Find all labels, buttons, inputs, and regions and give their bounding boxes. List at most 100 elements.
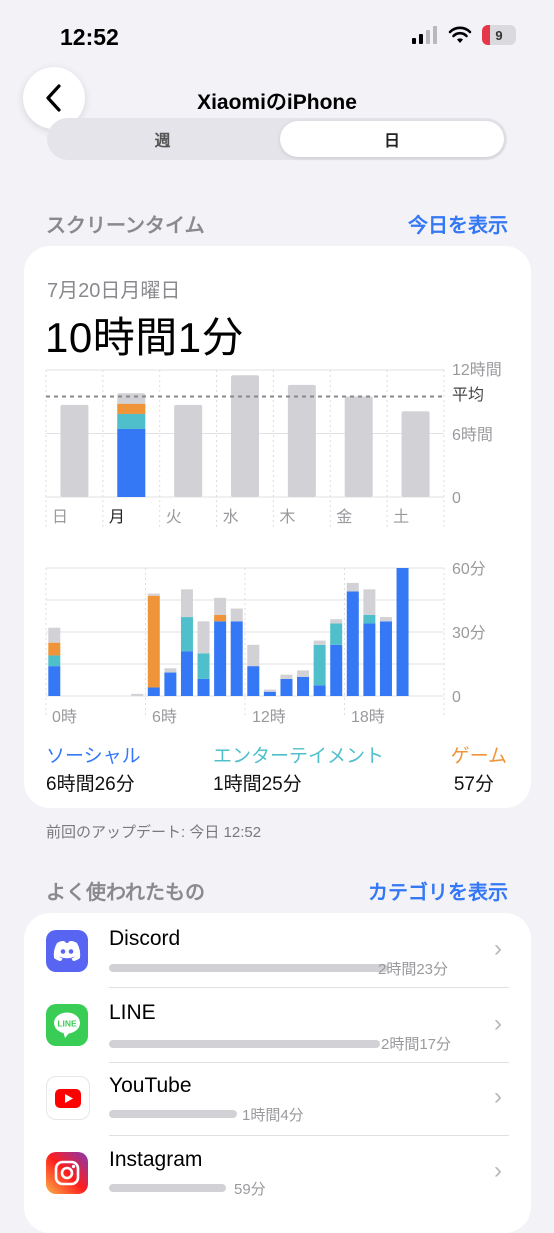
- weekly-day-label: 火: [166, 509, 182, 526]
- weekly-bar-segment: [117, 403, 146, 414]
- hourly-bar-segment: [396, 568, 409, 696]
- app-row-line[interactable]: LINE LINE 2時間17分 ›: [24, 988, 531, 1062]
- hourly-bar-segment: [330, 623, 343, 645]
- hourly-bar-segment: [330, 644, 343, 696]
- signal-icon: [412, 26, 437, 44]
- hourly-bar-segment: [214, 597, 227, 615]
- hourly-ylabel-30: 30分: [452, 624, 486, 642]
- hourly-ylabel-0: 0: [452, 689, 461, 706]
- category-games-value: 57分: [453, 774, 494, 795]
- hourly-bar-segment: [164, 672, 177, 696]
- app-time-line: 2時間17分: [381, 1036, 452, 1053]
- battery-indicator: 9: [482, 25, 516, 45]
- hourly-bar-segment: [313, 640, 326, 645]
- weekly-day-label: 金: [336, 508, 352, 526]
- app-row-discord[interactable]: Discord 2時間23分 ›: [24, 913, 531, 987]
- hourly-bar-segment: [346, 591, 359, 696]
- line-icon: LINE: [46, 1004, 88, 1046]
- hourly-bar-segment: [230, 608, 243, 622]
- weekly-bar-segment: [117, 413, 146, 429]
- hourly-bar-segment: [197, 678, 210, 696]
- hourly-bar-segment: [247, 666, 260, 696]
- category-games-name: ゲーム: [450, 746, 507, 767]
- weekly-bar-segment: [117, 428, 146, 497]
- weekly-day-label: 日: [52, 509, 68, 526]
- weekly-ylabel-0: 0: [452, 490, 461, 507]
- chevron-right-icon: ›: [494, 1010, 502, 1037]
- weekly-day-label: 水: [223, 508, 239, 526]
- category-social-name: ソーシャル: [46, 746, 141, 767]
- status-time: 12:52: [60, 24, 119, 50]
- weekly-ylabel-average: 平均: [452, 386, 484, 404]
- battery-level: 9: [495, 27, 503, 43]
- hourly-bar-segment: [280, 674, 293, 679]
- hourly-bar-segment: [180, 617, 193, 652]
- hourly-bar-segment: [330, 619, 343, 624]
- usage-bar-discord: [109, 964, 388, 972]
- most-used-header: よく使われたもの: [46, 882, 205, 904]
- instagram-icon: [46, 1152, 88, 1194]
- weekly-day-label: 木: [279, 508, 295, 526]
- hourly-bar-segment: [379, 617, 392, 622]
- hourly-bar-segment: [48, 666, 61, 696]
- chevron-right-icon: ›: [494, 1157, 502, 1184]
- hourly-bar-segment: [147, 595, 160, 688]
- youtube-icon: [46, 1076, 90, 1120]
- hourly-bar-segment: [214, 621, 227, 696]
- usage-bar-instagram: [109, 1184, 226, 1192]
- hourly-bar-segment: [230, 621, 243, 696]
- hourly-bar-segment: [379, 621, 392, 696]
- hourly-bar-segment: [147, 593, 160, 596]
- hourly-xlabel-6: 6時: [152, 708, 177, 726]
- hourly-ylabel-60: 60分: [452, 560, 486, 578]
- weekly-bar: [231, 375, 259, 497]
- weekly-bar: [401, 411, 430, 497]
- weekly-bar: [60, 404, 89, 497]
- hourly-bar-segment: [197, 621, 210, 654]
- app-name-discord: Discord: [109, 927, 181, 950]
- show-categories-link[interactable]: カテゴリを表示: [368, 876, 508, 905]
- hourly-bar-segment: [297, 676, 310, 696]
- hourly-bar-segment: [147, 687, 160, 696]
- most-used-card: Discord 2時間23分 › LINE LINE 2時間17分 › YouT…: [24, 913, 531, 1233]
- weekly-day-label: 月: [109, 509, 125, 526]
- app-row-youtube[interactable]: YouTube 1時間4分 ›: [24, 1063, 531, 1137]
- date-label: 7月20日月曜日: [47, 280, 181, 302]
- hourly-bar-segment: [131, 693, 144, 696]
- page-title: XiaomiのiPhone: [197, 91, 357, 114]
- chevron-right-icon: ›: [494, 935, 502, 962]
- hourly-bar-segment: [180, 589, 193, 618]
- hourly-bar-segment: [363, 589, 376, 615]
- weekly-bar: [174, 404, 203, 497]
- segment-week[interactable]: 週: [50, 121, 275, 157]
- hourly-bar-segment: [247, 644, 260, 667]
- hourly-bar-segment: [48, 655, 61, 667]
- hourly-bar-segment: [313, 685, 326, 696]
- usage-bar-youtube: [109, 1110, 237, 1118]
- svg-text:LINE: LINE: [57, 1019, 77, 1029]
- weekly-ylabel-12h: 12時間: [452, 361, 502, 379]
- chevron-right-icon: ›: [494, 1083, 502, 1110]
- usage-bar-line: [109, 1040, 380, 1048]
- period-segmented-control: 週 日: [47, 118, 507, 160]
- hourly-xlabel-0: 0時: [52, 708, 77, 726]
- hourly-bar-segment: [164, 668, 177, 673]
- category-social-value: 6時間26分: [46, 774, 135, 795]
- app-name-instagram: Instagram: [109, 1148, 203, 1171]
- hourly-bar-segment: [180, 651, 193, 696]
- weekly-bar: [344, 396, 373, 497]
- hourly-bar-segment: [280, 678, 293, 696]
- app-time-youtube: 1時間4分: [242, 1107, 304, 1124]
- wifi-icon: [448, 26, 472, 43]
- hourly-bar-segment: [48, 642, 61, 656]
- weekly-chart: 12時間 平均 6時間 0 日 月 火 水 木 金 土: [45, 361, 502, 527]
- weekly-bar: [287, 384, 316, 497]
- hourly-bar-segment: [313, 644, 326, 686]
- weekly-day-label: 土: [393, 508, 409, 526]
- hourly-xlabel-12: 12時: [252, 708, 286, 726]
- status-icons: 9: [412, 25, 516, 45]
- segment-day[interactable]: 日: [280, 121, 504, 157]
- hourly-bar-segment: [363, 614, 376, 624]
- hourly-xlabel-18: 18時: [351, 708, 385, 726]
- show-today-link[interactable]: 今日を表示: [408, 209, 508, 238]
